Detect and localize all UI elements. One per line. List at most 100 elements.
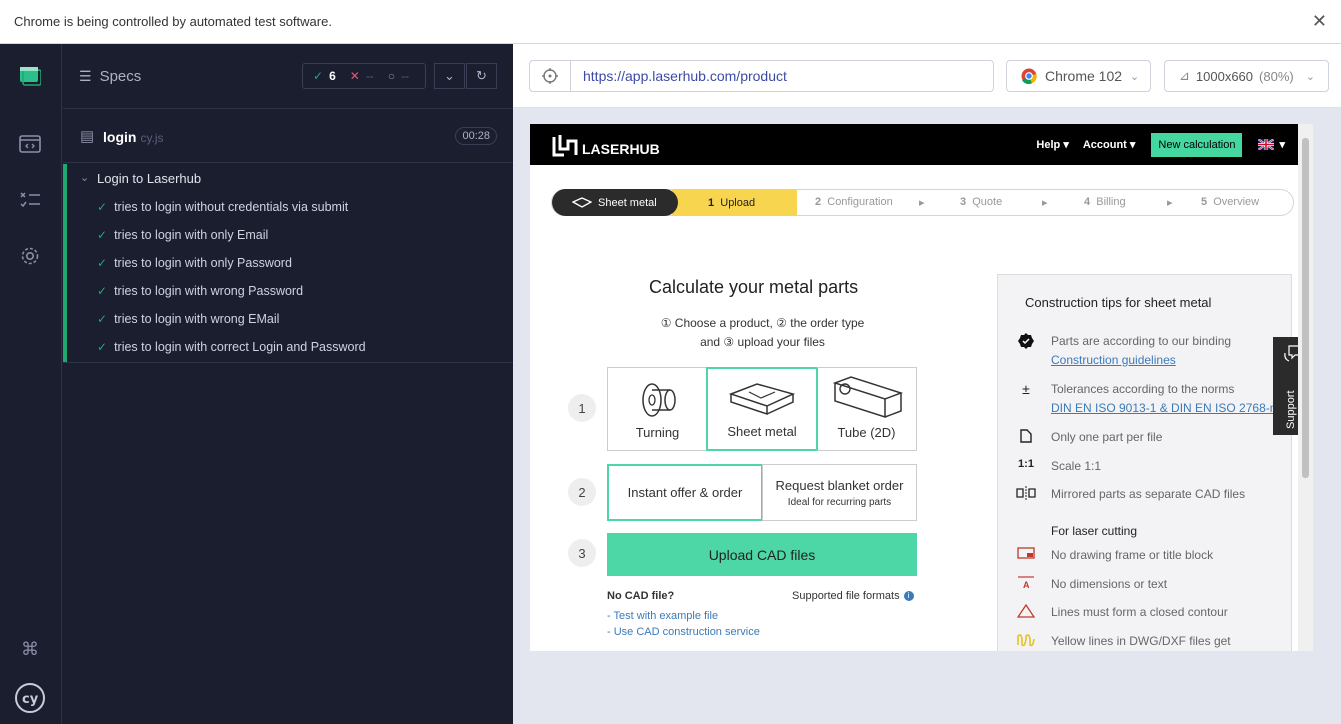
tip-tolerances: Tolerances according to the norms DIN EN… (1051, 380, 1280, 418)
spec-file-row[interactable]: ▤ login cy.js 00:28 (63, 108, 513, 163)
chevron-down-icon: ⌄ (1305, 70, 1315, 83)
tube-part-icon (832, 376, 903, 419)
tip-closed-contour: Lines must form a closed contour (1051, 605, 1228, 619)
test-title: tries to login without credentials via s… (114, 200, 349, 214)
yellow-lines-icon (1016, 633, 1036, 650)
order-instant[interactable]: Instant offer & order (607, 464, 763, 521)
test-stats: ✓ 6 ✕ -- ○ -- (302, 63, 426, 89)
cypress-sidebar-nav: ⌘ cy (0, 44, 62, 724)
test-item[interactable]: ✓ tries to login without credentials via … (97, 200, 348, 214)
chevron-down-icon[interactable]: ⌄ (434, 63, 465, 89)
help-label: Help (1036, 139, 1061, 151)
example-file-link[interactable]: - Test with example file (607, 610, 718, 622)
cad-service-link[interactable]: - Use CAD construction service (607, 626, 760, 638)
step-upload[interactable]: 1 Upload (672, 189, 797, 216)
specs-list-icon[interactable] (17, 187, 43, 213)
step-product[interactable]: Sheet metal (552, 189, 678, 216)
settings-gear-icon[interactable] (17, 243, 43, 269)
new-calculation-button[interactable]: New calculation (1151, 132, 1243, 157)
calc-subtitle: ① Choose a product, ② the order type and… (650, 314, 875, 352)
sheet-metal-icon (572, 196, 592, 208)
step-number-2: 2 (568, 478, 596, 506)
laserhub-logo[interactable]: LASERHUB (552, 133, 660, 157)
test-item[interactable]: ✓ tries to login with only Email (97, 228, 268, 242)
chevron-right-icon: ▸ (919, 197, 925, 209)
iframe-scrollbar[interactable] (1298, 124, 1313, 651)
order-label: Request blanket order (775, 477, 904, 493)
product-sheet-metal[interactable]: Sheet metal (706, 367, 818, 451)
keyboard-shortcuts-icon[interactable]: ⌘ (17, 636, 43, 662)
specs-header[interactable]: ☰ Specs (79, 68, 141, 85)
test-item[interactable]: ✓ tries to login with correct Login and P… (97, 340, 366, 354)
test-item[interactable]: ✓ tries to login with wrong Password (97, 284, 303, 298)
viewport-size: 1000x660 (1195, 68, 1254, 84)
mirror-icon (1016, 486, 1036, 503)
calc-sub-line: ① Choose a product, ② the order type (660, 316, 865, 330)
suite-title[interactable]: Login to Laserhub (97, 171, 201, 186)
test-item[interactable]: ✓ tries to login with wrong EMail (97, 312, 279, 326)
selector-playground-icon[interactable] (530, 61, 571, 91)
aut-toolbar: https://app.laserhub.com/product Chrome … (513, 44, 1341, 108)
order-progress: 1 Upload Sheet metal 2 Configuration ▸ 3… (551, 189, 1294, 216)
laser-cutting-heading: For laser cutting (1051, 524, 1138, 538)
step-quote: 3 Quote (960, 196, 1002, 208)
svg-text:cy: cy (22, 692, 39, 707)
check-icon: ✓ (97, 340, 108, 354)
close-icon[interactable]: ✕ (1312, 11, 1327, 32)
file-icon (1016, 429, 1036, 446)
laserhub-logo-icon (552, 135, 578, 157)
calc-title: Calculate your metal parts (649, 277, 859, 297)
account-label: Account (1082, 139, 1127, 151)
help-menu[interactable]: Help ▾ (1036, 138, 1068, 151)
scrollbar-thumb[interactable] (1302, 138, 1309, 478)
browser-selector[interactable]: Chrome 102 ⌄ (1006, 60, 1151, 92)
spec-name-text: login (103, 129, 137, 145)
uk-flag-icon (1258, 139, 1275, 150)
check-icon: ✓ (97, 228, 108, 242)
step-num: 4 (1084, 196, 1091, 208)
product-tube[interactable]: Tube (2D) (817, 367, 917, 451)
spec-file-name: login cy.js (103, 129, 164, 145)
order-sublabel: Ideal for recurring parts (787, 496, 892, 508)
step-billing: 4 Billing (1084, 196, 1126, 208)
tip-yellow-lines: Yellow lines in DWG/DXF files get (1051, 634, 1231, 648)
test-item[interactable]: ✓ tries to login with only Password (97, 256, 292, 270)
tip-text: Tolerances according to the norms (1051, 382, 1235, 396)
infobar-message: Chrome is being controlled by automated … (14, 14, 332, 29)
chrome-icon (1021, 68, 1037, 84)
account-menu[interactable]: Account ▾ (1083, 138, 1136, 151)
tip-text: Parts are according to our binding (1051, 334, 1232, 348)
norms-link[interactable]: DIN EN ISO 9013-1 & DIN EN ISO 2768-m (1051, 401, 1280, 415)
spec-ext-text: cy.js (140, 131, 164, 145)
step-label: Configuration (827, 196, 893, 208)
dimension-text-icon: A (1016, 575, 1036, 592)
order-blanket[interactable]: Request blanket order Ideal for recurrin… (762, 464, 917, 521)
language-selector[interactable]: ▾ (1258, 138, 1285, 151)
tips-title: Construction tips for sheet metal (1025, 295, 1212, 310)
url-text: https://app.laserhub.com/product (583, 68, 787, 84)
check-icon: ✓ (97, 256, 108, 270)
app-under-test-panel: https://app.laserhub.com/product Chrome … (513, 44, 1341, 724)
url-bar[interactable]: https://app.laserhub.com/product (529, 60, 994, 92)
badge-check-icon (1016, 333, 1036, 352)
restart-icon[interactable]: ↻ (466, 63, 497, 89)
runs-icon[interactable] (17, 131, 43, 157)
document-icon: ▤ (80, 128, 95, 145)
test-title: tries to login with only Password (114, 256, 292, 270)
supported-label: Supported file formats (792, 590, 900, 602)
viewport-info[interactable]: ⊿ 1000x660 (80%) ⌄ (1164, 60, 1329, 92)
upload-cad-button[interactable]: Upload CAD files (607, 533, 917, 576)
guidelines-link[interactable]: Construction guidelines (1051, 353, 1176, 367)
product-turning[interactable]: Turning (607, 367, 707, 451)
chevron-down-icon[interactable]: ⌄ (80, 171, 89, 184)
info-icon: i (903, 591, 914, 601)
spec-duration: 00:28 (455, 127, 497, 145)
divider (63, 362, 513, 363)
browser-name: Chrome 102 (1045, 68, 1123, 84)
test-title: tries to login with correct Login and Pa… (114, 340, 366, 354)
app-logo-icon[interactable] (17, 63, 43, 89)
cypress-logo-icon[interactable]: cy (14, 682, 46, 714)
failed-icon: ✕ (349, 69, 360, 83)
supported-formats[interactable]: Supported file formats i (792, 590, 914, 602)
laserhub-menu: Help ▾ Account ▾ New calculation ▾ (1036, 124, 1313, 165)
